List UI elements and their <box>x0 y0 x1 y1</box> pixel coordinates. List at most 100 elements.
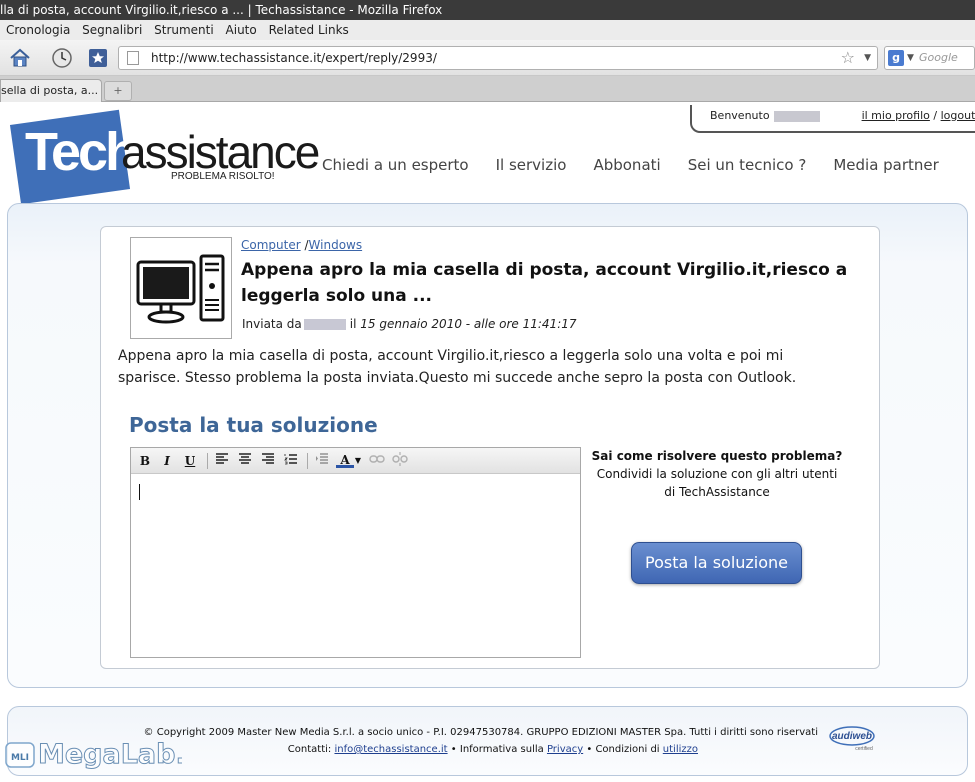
nav-media-partner[interactable]: Media partner <box>833 156 938 174</box>
breadcrumb-computer[interactable]: Computer <box>241 238 301 252</box>
privacy-label: Informativa sulla <box>459 744 544 755</box>
tab-active[interactable]: sella di posta, a... <box>0 79 102 102</box>
toolbar-separator <box>307 453 308 469</box>
bullet: • <box>450 744 457 755</box>
page-icon <box>127 51 139 65</box>
search-placeholder: Google <box>919 51 958 64</box>
content-panel: Computer /Windows Appena apro la mia cas… <box>7 203 968 688</box>
terms-link[interactable]: utilizzo <box>663 744 698 755</box>
tab-label: sella di posta, a... <box>1 84 99 97</box>
nav-abbonati[interactable]: Abbonati <box>593 156 660 174</box>
italic-button[interactable]: I <box>158 452 176 470</box>
bold-button[interactable]: B <box>136 452 154 470</box>
logout-link[interactable]: logout <box>941 109 975 122</box>
address-bar[interactable]: http://www.techassistance.it/expert/repl… <box>118 46 878 70</box>
underline-button[interactable]: U <box>181 452 199 470</box>
editor-toolbar: B I U A ▼ <box>131 448 580 474</box>
site-logo[interactable]: Tech assistance PROBLEMA RISOLTO! <box>9 107 320 205</box>
history-button[interactable] <box>50 46 74 70</box>
link-separator: / <box>933 109 938 122</box>
menu-aiuto[interactable]: Aiuto <box>226 20 257 40</box>
align-left-icon <box>216 453 228 464</box>
indent-button[interactable] <box>313 452 331 470</box>
search-engine-dropdown-icon[interactable]: ▼ <box>907 47 914 69</box>
contacts-label: Contatti: <box>287 744 332 755</box>
sent-by-label: Inviata da <box>242 317 302 331</box>
numbered-list-icon <box>284 454 297 465</box>
contact-email-link[interactable]: info@techassistance.it <box>334 744 447 755</box>
align-center-button[interactable] <box>236 452 254 470</box>
computer-icon <box>136 254 225 324</box>
privacy-link[interactable]: Privacy <box>547 744 583 755</box>
toolbar-separator <box>207 453 208 469</box>
link-icon <box>369 455 385 463</box>
answer-heading: Posta la tua soluzione <box>129 413 378 437</box>
megalab-watermark: MLI MegaLab.it <box>5 739 182 771</box>
author-blurred <box>303 319 346 330</box>
help-text: Sai come risolvere questo problema? Cond… <box>591 447 843 501</box>
bookmarks-button[interactable] <box>86 46 110 70</box>
logo-tagline: PROBLEMA RISOLTO! <box>171 171 275 182</box>
window-title: lla di posta, account Virgilio.it,riesco… <box>0 3 443 17</box>
home-button[interactable] <box>8 46 32 70</box>
unlink-icon <box>392 452 408 466</box>
date-prefix: il <box>349 317 357 331</box>
menu-bar: Cronologia Segnalibri Strumenti Aiuto Re… <box>0 20 975 40</box>
align-right-button[interactable] <box>259 452 277 470</box>
question-body: Appena apro la mia casella di posta, acc… <box>118 348 797 386</box>
text-cursor <box>139 484 140 500</box>
search-box[interactable]: g ▼ Google <box>884 46 975 70</box>
page-content: Tech assistance PROBLEMA RISOLTO! Benven… <box>0 103 975 782</box>
google-icon: g <box>888 50 904 66</box>
chevron-down-icon[interactable]: ▼ <box>864 47 871 69</box>
bullet: • <box>586 744 593 755</box>
url-text: http://www.techassistance.it/expert/repl… <box>151 51 437 65</box>
profile-link[interactable]: il mio profilo <box>862 109 930 122</box>
audiweb-certified-logo[interactable]: audiweb certified <box>826 723 878 753</box>
numbered-list-button[interactable] <box>282 452 300 470</box>
tab-strip: sella di posta, a... + <box>0 76 975 102</box>
bookmark-star-icon <box>89 49 107 67</box>
menu-segnalibri[interactable]: Segnalibri <box>82 20 142 40</box>
answer-editor[interactable]: B I U A ▼ <box>130 447 581 658</box>
align-left-button[interactable] <box>213 452 231 470</box>
question-date: 15 gennaio 2010 - alle ore 11:41:17 <box>360 317 577 331</box>
menu-cronologia[interactable]: Cronologia <box>6 20 70 40</box>
post-solution-button[interactable]: Posta la soluzione <box>631 542 802 584</box>
question-title: Appena apro la mia casella di posta, acc… <box>241 260 848 306</box>
home-icon <box>10 48 30 67</box>
new-tab-button[interactable]: + <box>104 81 132 101</box>
menu-related-links[interactable]: Related Links <box>269 20 349 40</box>
question-card: Computer /Windows Appena apro la mia cas… <box>100 226 880 669</box>
nav-chiedi-esperto[interactable]: Chiedi a un esperto <box>322 156 469 174</box>
help-title: Sai come risolvere questo problema? <box>591 449 843 463</box>
breadcrumb: Computer /Windows <box>241 238 362 252</box>
question-meta: Inviata da il 15 gennaio 2010 - alle ore … <box>242 317 577 331</box>
breadcrumb-windows[interactable]: Windows <box>309 238 363 252</box>
plus-icon: + <box>113 84 123 97</box>
clock-icon <box>52 48 72 68</box>
conditions-label: Condizioni di <box>595 744 660 755</box>
font-color-button[interactable]: A <box>336 452 354 468</box>
bookmark-star-outline-icon[interactable]: ☆ <box>841 47 855 69</box>
username-blurred <box>773 110 820 122</box>
welcome-text: Benvenuto <box>710 109 770 122</box>
audiweb-certified-text: certified <box>855 746 873 752</box>
nav-sei-un-tecnico[interactable]: Sei un tecnico ? <box>688 156 807 174</box>
watermark-badge: MLI <box>11 753 29 763</box>
indent-icon <box>316 453 328 464</box>
menu-strumenti[interactable]: Strumenti <box>154 20 214 40</box>
category-thumbnail <box>130 237 232 339</box>
align-right-icon <box>262 453 274 464</box>
audiweb-text: audiweb <box>832 731 872 742</box>
font-color-dropdown-icon[interactable]: ▼ <box>353 452 363 470</box>
watermark-text: MegaLab.it <box>38 739 182 770</box>
logo-text-tech: Tech <box>25 122 138 182</box>
remove-link-button[interactable] <box>391 452 409 470</box>
help-description: Condividi la soluzione con gli altri ute… <box>596 467 838 499</box>
insert-link-button[interactable] <box>368 452 386 470</box>
user-panel: Benvenuto il mio profilo / logout <box>690 105 975 133</box>
nav-il-servizio[interactable]: Il servizio <box>496 156 567 174</box>
navigation-toolbar: http://www.techassistance.it/expert/repl… <box>0 40 975 76</box>
align-center-icon <box>239 453 251 464</box>
